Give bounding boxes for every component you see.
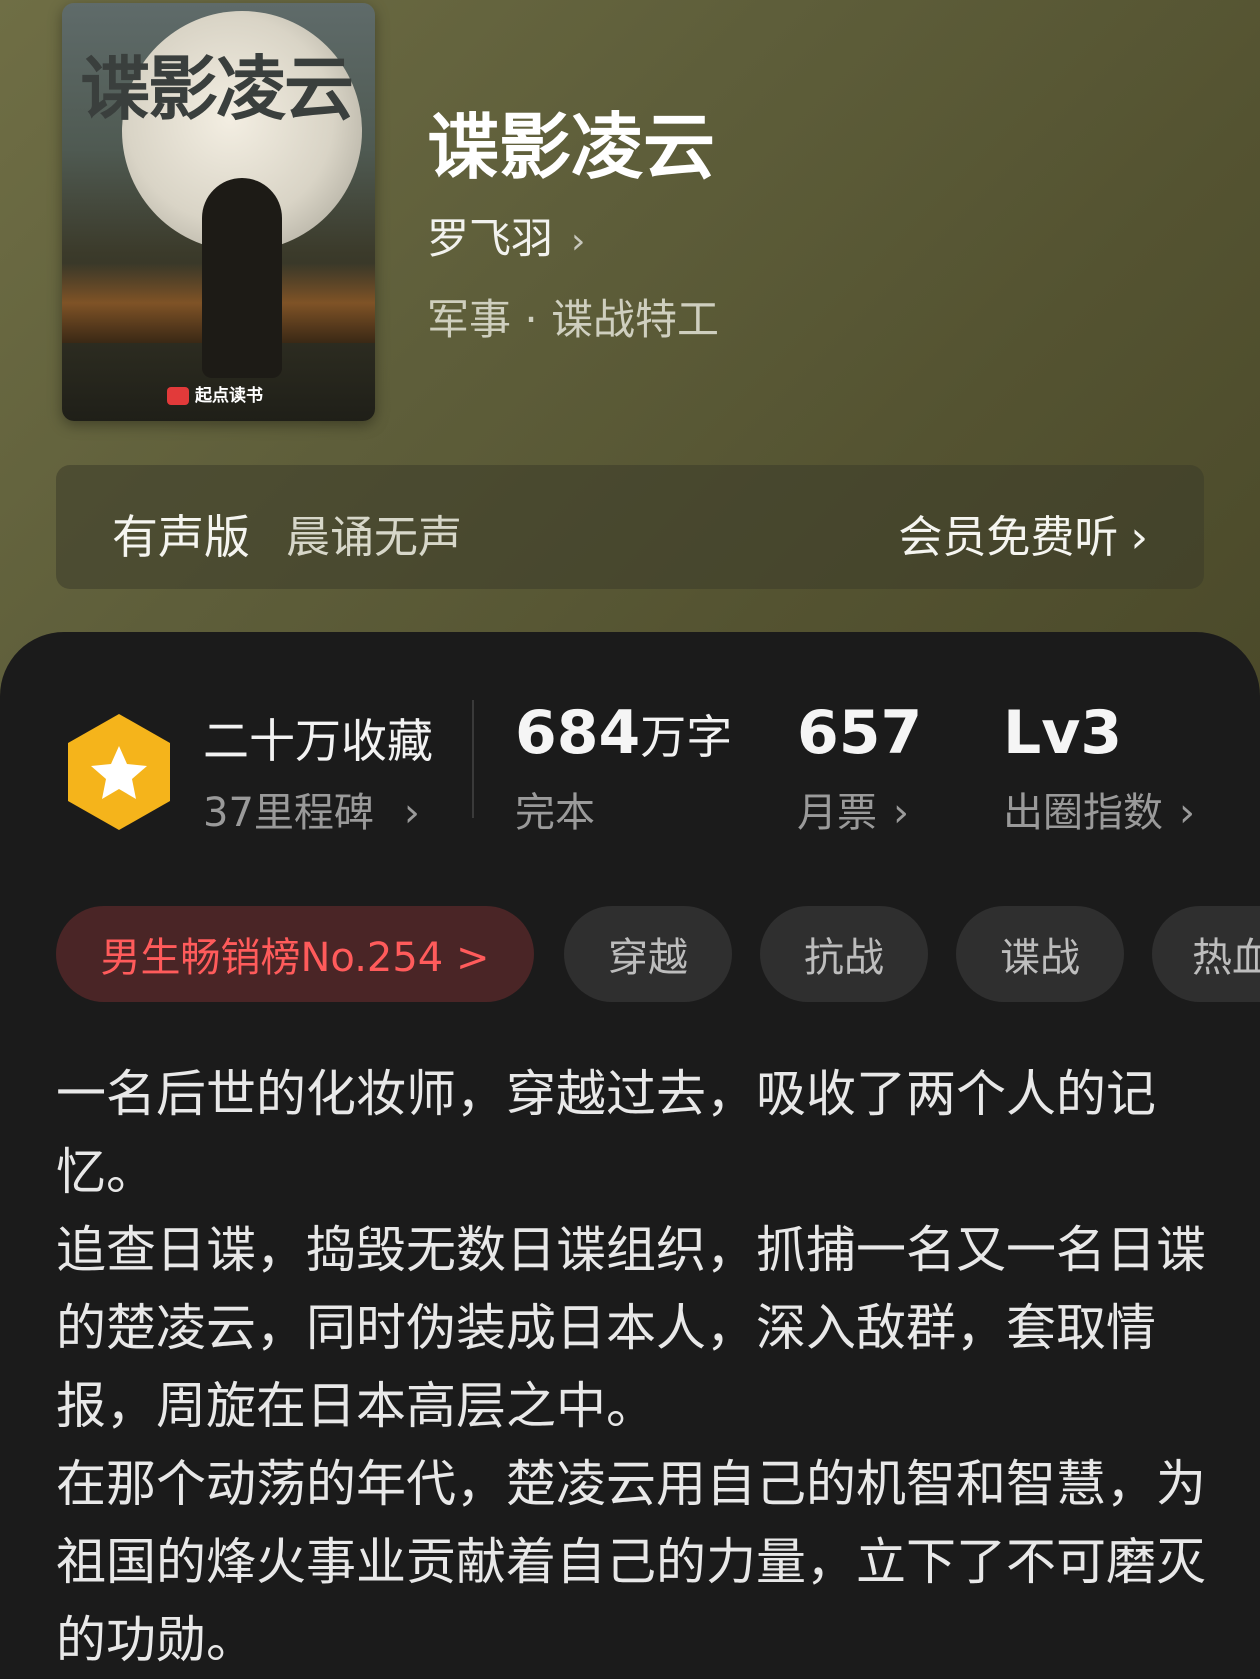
book-status: 完本 xyxy=(515,790,595,836)
book-cover[interactable]: 谍影凌云 起点读书 xyxy=(62,3,375,421)
monthly-votes-link[interactable]: 月票 › xyxy=(797,780,909,838)
chevron-right-icon: › xyxy=(403,790,420,836)
word-count: 684万字 xyxy=(515,698,733,768)
cover-title-art: 谍影凌云 xyxy=(80,47,354,130)
monthly-votes-count: 657 xyxy=(797,698,923,768)
description-paragraph: 在那个动荡的年代，楚凌云用自己的机智和智慧，为祖国的烽火事业贡献着自己的力量，立… xyxy=(56,1455,1206,1669)
author-link[interactable]: 罗飞羽 › xyxy=(427,205,585,266)
tag-rexue[interactable]: 热血 xyxy=(1152,906,1260,1002)
popularity-level: Lv3 xyxy=(1003,698,1123,768)
tag-kangzhan[interactable]: 抗战 xyxy=(760,906,928,1002)
chevron-right-icon: › xyxy=(571,221,586,262)
cover-publisher: 起点读书 xyxy=(167,381,263,406)
book-description: 一名后世的化妆师，穿越过去，吸收了两个人的记忆。 追查日谍，捣毁无数日谍组织，抓… xyxy=(56,1055,1216,1679)
audio-narrator: 晨诵无声 xyxy=(286,512,462,563)
publisher-logo-icon xyxy=(167,387,189,405)
bestseller-rank-tag[interactable]: 男生畅销榜No.254 > xyxy=(56,906,534,1002)
chevron-right-icon: › xyxy=(1130,512,1148,563)
book-category: 军事 · 谍战特工 xyxy=(427,295,720,344)
collections-count: 二十万收藏 xyxy=(203,714,433,768)
tag-chuanyue[interactable]: 穿越 xyxy=(564,906,732,1002)
description-paragraph: 一名后世的化妆师，穿越过去，吸收了两个人的记忆。 xyxy=(56,1065,1156,1201)
star-badge-icon xyxy=(68,714,170,830)
author-name: 罗飞羽 xyxy=(427,214,554,263)
audio-version-bar[interactable]: 有声版 晨诵无声 会员免费听 › xyxy=(56,465,1204,589)
chevron-right-icon: › xyxy=(1179,790,1195,836)
cover-figure xyxy=(202,178,282,378)
tag-diezhan[interactable]: 谍战 xyxy=(956,906,1124,1002)
milestones-link[interactable]: 37里程碑 › xyxy=(203,780,420,838)
popularity-index-link[interactable]: 出圈指数 › xyxy=(1003,780,1195,838)
audio-label: 有声版 xyxy=(112,510,250,564)
description-paragraph: 追查日谍，捣毁无数日谍组织，抓捕一名又一名日谍的楚凌云，同时伪装成日本人，深入敌… xyxy=(56,1221,1206,1435)
book-title: 谍影凌云 xyxy=(427,104,716,189)
member-free-listen-button[interactable]: 会员免费听 › xyxy=(898,501,1148,565)
chevron-right-icon: › xyxy=(893,790,909,836)
stats-divider xyxy=(472,700,474,818)
